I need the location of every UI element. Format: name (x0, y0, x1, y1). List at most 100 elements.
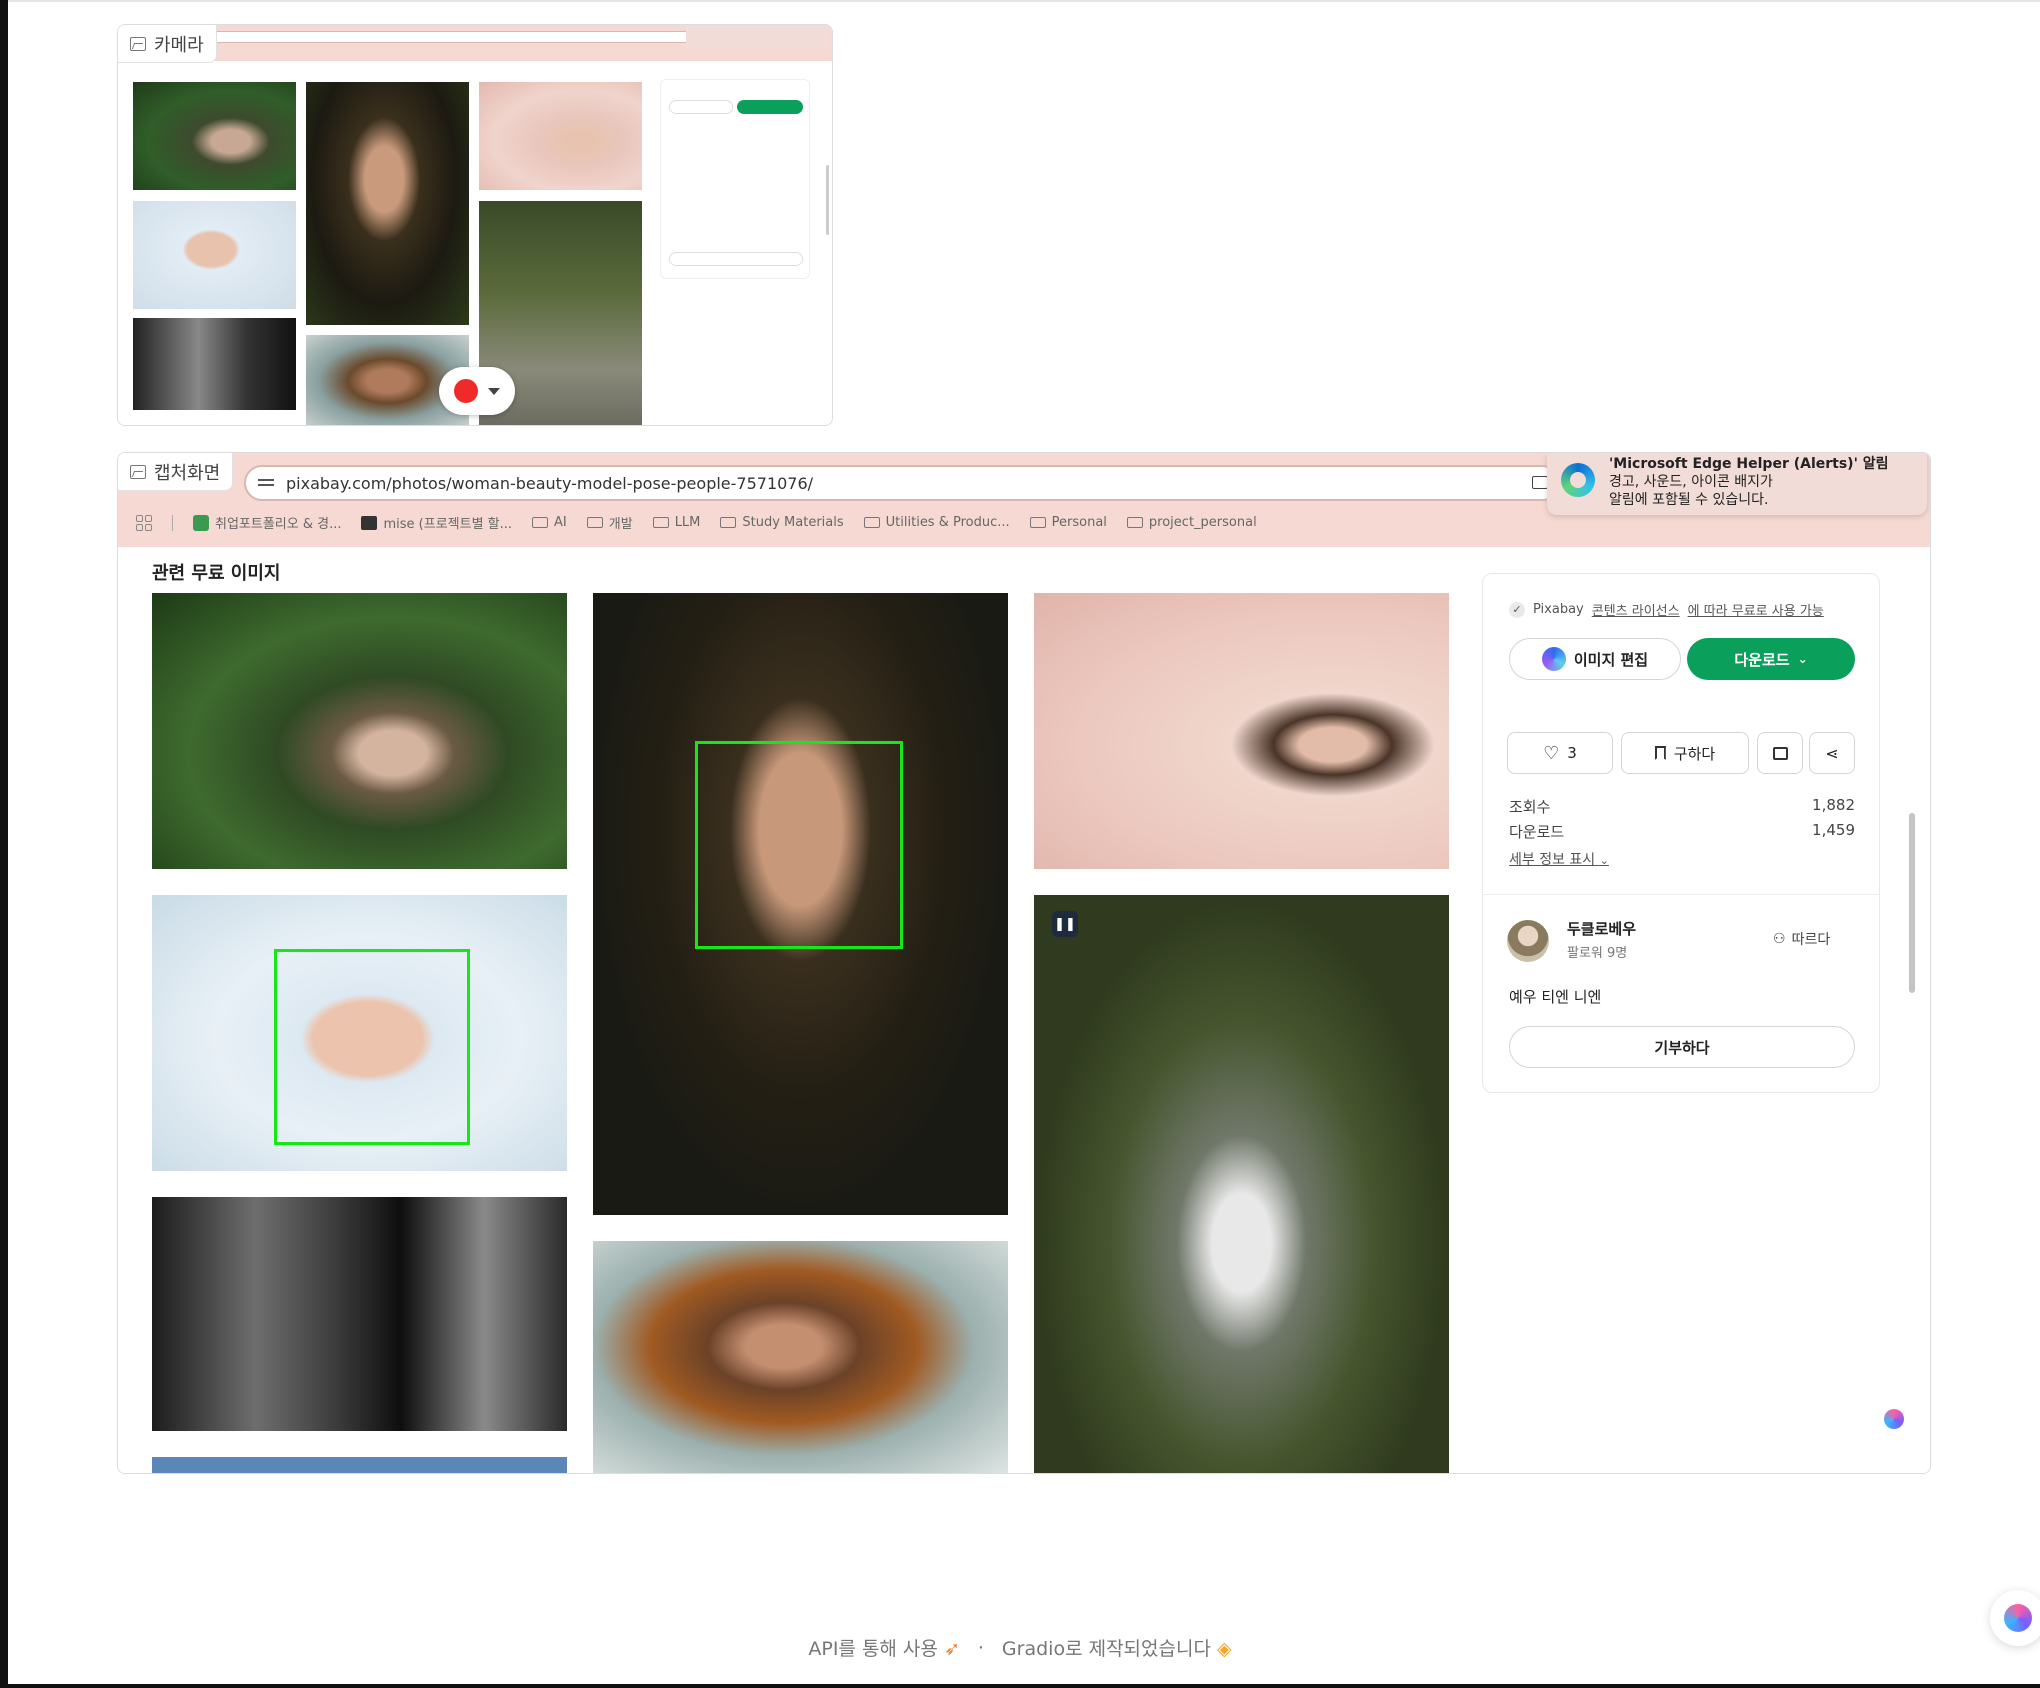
camera-panel: 카메라 (117, 24, 833, 426)
license-line: ✓ Pixabay 콘텐츠 라이선스 에 따라 무료로 사용 가능 (1509, 600, 1824, 619)
record-button[interactable] (439, 367, 515, 415)
left-frame-edge (0, 0, 8, 1688)
bookmark-mise[interactable]: mise (프로젝트별 할... (361, 513, 512, 532)
page-scrollbar[interactable] (1909, 813, 1915, 993)
address-text: pixabay.com/photos/woman-beauty-model-po… (286, 473, 814, 493)
record-icon (454, 379, 478, 403)
bookmark-project-personal[interactable]: project_personal (1126, 515, 1257, 530)
bookmark-llm[interactable]: LLM (652, 515, 701, 530)
folder-icon (1029, 517, 1046, 528)
sheet-icon (193, 514, 209, 531)
edit-image-label: 이미지 편집 (1573, 650, 1649, 669)
license-link[interactable]: 콘텐츠 라이선스 (1592, 600, 1680, 619)
show-details-link[interactable]: 세부 정보 표시 ⌄ (1509, 849, 1609, 869)
share-button[interactable]: ⋖ (1809, 732, 1855, 774)
bookmark-label: Utilities & Produc... (885, 515, 1010, 530)
download-button[interactable]: 다운로드 ⌄ (1687, 638, 1855, 680)
bookmark-portfolio[interactable]: 취업포트폴리오 & 경... (193, 513, 341, 532)
follow-label: 따르다 (1791, 932, 1831, 948)
camera-notification (686, 25, 830, 49)
api-text: API를 통해 사용 (808, 1638, 938, 1660)
downloads-value: 1,459 (1812, 821, 1855, 839)
bookmark-dev[interactable]: 개발 (586, 513, 633, 532)
follow-button[interactable]: ⚇ 따르다 (1773, 929, 1830, 949)
like-count: 3 (1567, 744, 1577, 762)
bookmark-label: 개발 (608, 517, 633, 532)
bookmark-study[interactable]: Study Materials (720, 515, 844, 530)
section-title: 관련 무료 이미지 (152, 563, 281, 584)
notification-line-2: 알림에 포함될 수 있습니다. (1609, 492, 1769, 508)
views-row: 조회수 1,882 (1509, 796, 1855, 817)
photo-partial-blue[interactable] (152, 1457, 567, 1473)
photo-white-dress-woman[interactable]: ❚❚ (1034, 895, 1449, 1473)
edit-image-button[interactable]: 이미지 편집 (1509, 638, 1681, 680)
save-button[interactable]: 구하다 (1621, 732, 1749, 774)
follow-icon: ⚇ (1773, 931, 1786, 947)
terminal-icon (361, 515, 378, 530)
camera-photo-4 (306, 82, 469, 325)
floating-assistant-button[interactable] (1990, 1590, 2040, 1646)
capture-label-text: 캡처화면 (154, 462, 221, 484)
media-badge-icon: ❚❚ (1052, 911, 1078, 937)
bookmark-personal[interactable]: Personal (1029, 515, 1107, 530)
chevron-down-icon: ⌄ (1599, 854, 1609, 867)
camera-download-btn (737, 100, 803, 114)
user-name[interactable]: 두클로베우 (1567, 918, 1636, 939)
api-link[interactable]: API를 통해 사용 ➶ (808, 1634, 960, 1661)
avatar[interactable] (1507, 920, 1549, 962)
camera-panel-label: 카메라 (118, 25, 217, 63)
comment-button[interactable] (1757, 732, 1803, 774)
edge-notification[interactable]: 'Microsoft Edge Helper (Alerts)' 알림 경고, … (1547, 453, 1927, 515)
image-icon (130, 36, 146, 51)
folder-icon (1126, 517, 1143, 528)
photo-headscarf-woman[interactable] (593, 593, 1008, 1215)
photo-fern-woman[interactable] (152, 593, 567, 869)
cast-icon[interactable] (1532, 476, 1548, 489)
bookmark-label: LLM (674, 515, 701, 530)
bookmarks-separator (172, 514, 173, 531)
bookmark-label: 취업포트폴리오 & 경... (215, 517, 342, 532)
bookmark-ai[interactable]: AI (532, 515, 567, 530)
heart-icon: ♡ (1543, 742, 1560, 764)
gradio-link[interactable]: Gradio로 제작되었습니다 ◈ (1002, 1634, 1232, 1661)
captured-browser: pixabay.com/photos/woman-beauty-model-po… (118, 453, 1930, 1473)
like-button[interactable]: ♡ 3 (1507, 732, 1613, 774)
license-suffix: 에 따라 무료로 사용 가능 (1687, 604, 1824, 619)
camera-photo-3 (133, 318, 296, 410)
bookmark-label: mise (프로젝트별 할... (383, 517, 513, 532)
camera-photo-6 (479, 82, 642, 190)
photo-curly-woman[interactable] (593, 1241, 1008, 1473)
chevron-down-icon (488, 387, 500, 395)
notification-line-1: 경고, 사운드, 아이콘 배지가 (1609, 474, 1773, 490)
photo-bw-woman[interactable] (152, 1197, 567, 1431)
camera-label-text: 카메라 (154, 34, 204, 56)
face-detection-box (274, 949, 470, 1145)
bookmark-utilities[interactable]: Utilities & Produc... (863, 515, 1010, 530)
downloads-row: 다운로드 1,459 (1509, 821, 1855, 842)
license-prefix: Pixabay (1533, 602, 1584, 617)
capture-panel: 캡처화면 pixabay.com/photos/woman-beauty-mod… (117, 452, 1931, 1474)
camera-edit-btn (669, 100, 733, 114)
footer-separator: · (977, 1636, 984, 1659)
capture-panel-label: 캡처화면 (118, 453, 234, 491)
bookmark-icon (1654, 746, 1666, 760)
camera-card (660, 79, 810, 279)
apps-icon[interactable] (136, 514, 152, 531)
photo-flower-face[interactable] (152, 895, 567, 1171)
views-value: 1,882 (1812, 796, 1855, 814)
downloads-label: 다운로드 (1509, 823, 1565, 841)
folder-icon (586, 517, 603, 528)
follower-count: 팔로워 9명 (1567, 946, 1628, 961)
camera-photo-1 (133, 82, 296, 190)
address-bar[interactable]: pixabay.com/photos/woman-beauty-model-po… (244, 465, 1560, 501)
save-label: 구하다 (1673, 744, 1716, 763)
gradio-icon: ◈ (1217, 1638, 1232, 1660)
brain-icon[interactable] (1884, 1409, 1904, 1429)
tune-icon[interactable] (258, 476, 274, 490)
copilot-icon (1541, 647, 1566, 671)
donate-label: 기부하다 (1654, 1038, 1710, 1057)
photo-pink-dress-woman[interactable] (1034, 593, 1449, 869)
bookmark-label: Personal (1051, 515, 1107, 530)
donate-button[interactable]: 기부하다 (1509, 1026, 1855, 1068)
chevron-down-icon: ⌄ (1797, 652, 1808, 666)
